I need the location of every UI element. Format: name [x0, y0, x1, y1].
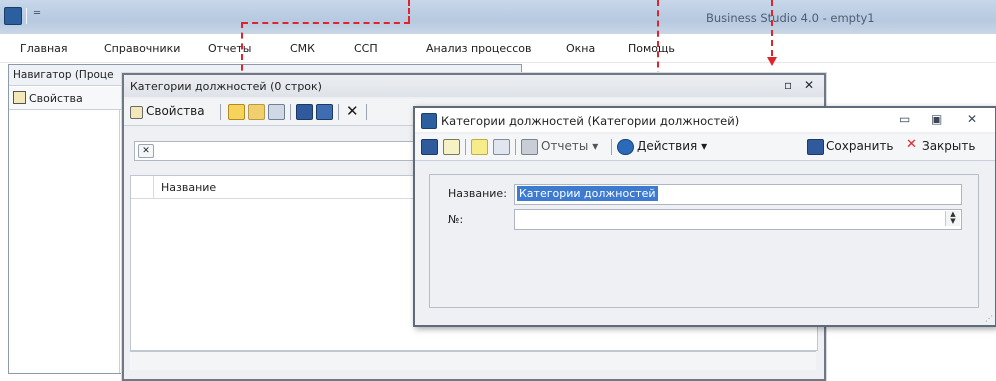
menu-process-analysis[interactable]: Анализ процессов: [426, 42, 531, 55]
dialog-form: Название: Категории должностей №: ▲ ▼: [429, 174, 979, 308]
navigator-properties-label: Свойства: [29, 92, 83, 105]
number-label: №:: [448, 213, 464, 226]
close-button[interactable]: Закрыть: [922, 139, 975, 153]
category-dialog: Категории должностей (Категории должност…: [413, 106, 996, 327]
actions-label: Действия: [637, 139, 698, 153]
clear-filter-icon[interactable]: ✕: [138, 144, 154, 158]
actions-button[interactable]: Действия ▾: [637, 139, 707, 153]
name-input-value: Категории должностей: [517, 186, 658, 201]
annotation-line-top: [408, 0, 410, 22]
list-properties-button[interactable]: Свойства: [146, 104, 205, 118]
close-icon[interactable]: ✕: [804, 78, 814, 92]
app-title-bar: ═ Business Studio 4.0 - empty1: [0, 0, 996, 34]
toolbar-separator: [290, 104, 291, 120]
toolbar-separator: [338, 104, 339, 120]
save-icon: [807, 139, 824, 155]
app-title: Business Studio 4.0 - empty1: [706, 11, 875, 25]
maximize-icon[interactable]: ▣: [931, 112, 942, 126]
refresh-icon[interactable]: [443, 139, 460, 155]
number-stepper[interactable]: ▲ ▼: [945, 211, 960, 226]
list-window-titlebar: Категории должностей (0 строк) ▫ ✕: [124, 75, 824, 97]
dialog-app-icon: [421, 113, 437, 129]
app-icon[interactable]: [4, 7, 22, 25]
reports-label: Отчеты: [541, 139, 589, 153]
column-header-name[interactable]: Название: [161, 181, 216, 194]
chevron-down-icon: ▾: [701, 139, 708, 153]
save-all-icon[interactable]: [316, 104, 333, 120]
name-label: Название:: [448, 187, 507, 200]
annotation-line-windows: [771, 0, 773, 56]
link-icon[interactable]: [493, 139, 510, 155]
menu-ssp[interactable]: ССП: [354, 42, 378, 55]
toolbar-separator: [611, 139, 612, 155]
toolbar-separator: [465, 139, 466, 155]
name-input[interactable]: Категории должностей: [514, 184, 962, 205]
properties-icon: [13, 91, 26, 104]
new-item-icon[interactable]: [228, 104, 245, 120]
navigator-title: Навигатор (Проце: [13, 69, 114, 81]
save-icon[interactable]: [421, 139, 438, 155]
menu-reference[interactable]: Справочники: [104, 42, 180, 55]
folder-icon[interactable]: [248, 104, 265, 120]
chevron-down-icon: ▾: [592, 139, 599, 153]
delete-icon[interactable]: ✕: [346, 102, 359, 120]
menu-reports[interactable]: Отчеты: [208, 42, 251, 55]
navigator-tree[interactable]: [9, 110, 120, 373]
save-icon[interactable]: [296, 104, 313, 120]
properties-icon: [130, 106, 143, 119]
list-window-title: Категории должностей (0 строк): [130, 80, 322, 93]
print-icon: [521, 139, 538, 155]
copy-icon[interactable]: [268, 104, 285, 120]
menu-home[interactable]: Главная: [20, 42, 68, 55]
dialog-titlebar: Категории должностей (Категории должност…: [415, 108, 995, 132]
annotation-arrow-windows: [767, 57, 777, 66]
dialog-close-icon[interactable]: ✕: [967, 112, 977, 126]
menu-windows[interactable]: Окна: [566, 42, 595, 55]
menu-smk[interactable]: СМК: [290, 42, 315, 55]
menu-help[interactable]: Помощь: [628, 42, 675, 55]
actions-icon: [617, 139, 634, 155]
dialog-title: Категории должностей (Категории должност…: [441, 114, 740, 128]
navigator-properties-button[interactable]: Свойства: [13, 91, 83, 105]
resize-grip-icon[interactable]: ⋰: [985, 314, 993, 323]
toolbar-separator: [515, 139, 516, 155]
grid-row-gutter: [131, 176, 154, 198]
list-status-bar: [130, 351, 816, 370]
dialog-toolbar: Отчеты ▾ Действия ▾ Сохранить ✕ Закрыть: [415, 134, 995, 161]
restore-icon[interactable]: ▫: [784, 78, 792, 92]
split-icon[interactable]: [471, 139, 488, 155]
title-separator: [26, 8, 27, 24]
toolbar-separator: [220, 104, 221, 120]
close-x-icon: ✕: [906, 137, 917, 152]
number-input[interactable]: ▲ ▼: [514, 209, 962, 230]
save-button[interactable]: Сохранить: [826, 139, 894, 153]
toolbar-separator: [366, 104, 367, 120]
minimize-icon[interactable]: ▭: [899, 112, 910, 126]
annotation-line-horizontal: [242, 22, 410, 24]
reports-button[interactable]: Отчеты ▾: [541, 139, 598, 153]
quick-access-toolbar[interactable]: ═: [34, 8, 40, 19]
filter-input[interactable]: ✕: [134, 141, 426, 161]
menu-bar: Главная Справочники Отчеты СМК ССП Анали…: [0, 34, 996, 63]
